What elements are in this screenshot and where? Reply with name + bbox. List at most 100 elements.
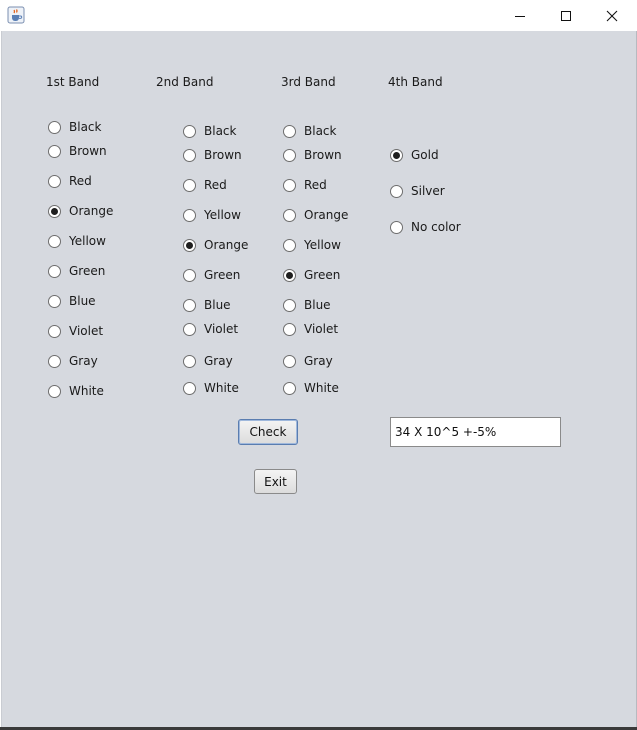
radio-label: Brown <box>304 148 342 162</box>
radio-label: White <box>69 384 104 398</box>
radio-indicator <box>48 120 61 134</box>
radio-indicator <box>48 324 61 338</box>
radio-label: Black <box>304 124 337 138</box>
radio-label: Violet <box>304 322 339 336</box>
band2-heading: 2nd Band <box>156 75 214 89</box>
band1-option-violet[interactable]: Violet <box>48 323 103 339</box>
radio-indicator <box>48 204 61 218</box>
band2-option-green[interactable]: Green <box>183 267 240 283</box>
title-bar <box>0 0 637 31</box>
band4-option-silver[interactable]: Silver <box>390 183 445 199</box>
radio-label: Gold <box>411 148 439 162</box>
radio-label: Green <box>304 268 341 282</box>
radio-label: Blue <box>304 298 331 312</box>
band4-option-no-color[interactable]: No color <box>390 219 461 235</box>
radio-label: Black <box>69 120 102 134</box>
radio-label: Orange <box>69 204 114 218</box>
radio-label: White <box>304 381 339 395</box>
band1-option-gray[interactable]: Gray <box>48 353 98 369</box>
band3-heading: 3rd Band <box>281 75 336 89</box>
radio-label: Gray <box>69 354 98 368</box>
java-cup-icon[interactable] <box>7 6 25 24</box>
band1-option-red[interactable]: Red <box>48 173 92 189</box>
band1-option-green[interactable]: Green <box>48 263 105 279</box>
radio-label: Green <box>69 264 106 278</box>
radio-label: Orange <box>204 238 249 252</box>
radio-label: Blue <box>69 294 96 308</box>
radio-indicator <box>48 234 61 248</box>
radio-indicator <box>283 208 296 222</box>
radio-label: Orange <box>304 208 349 222</box>
radio-label: Violet <box>204 322 239 336</box>
radio-indicator <box>390 148 403 162</box>
band3-option-violet[interactable]: Violet <box>283 321 338 337</box>
band1-option-black[interactable]: Black <box>48 119 101 135</box>
minimize-button[interactable] <box>497 0 543 31</box>
band1-option-orange[interactable]: Orange <box>48 203 113 219</box>
band2-option-yellow[interactable]: Yellow <box>183 207 241 223</box>
result-field[interactable] <box>390 417 561 447</box>
band1-heading: 1st Band <box>46 75 100 89</box>
close-button[interactable] <box>589 0 635 31</box>
band4-heading: 4th Band <box>388 75 443 89</box>
minimize-icon <box>515 15 525 17</box>
band2-option-gray[interactable]: Gray <box>183 353 233 369</box>
exit-button[interactable]: Exit <box>254 469 297 494</box>
band2-option-red[interactable]: Red <box>183 177 227 193</box>
band3-option-brown[interactable]: Brown <box>283 147 342 163</box>
band1-option-yellow[interactable]: Yellow <box>48 233 106 249</box>
radio-label: Brown <box>204 148 242 162</box>
radio-label: Blue <box>204 298 231 312</box>
radio-indicator <box>283 381 296 395</box>
band2-option-white[interactable]: White <box>183 380 239 396</box>
band3-option-red[interactable]: Red <box>283 177 327 193</box>
radio-indicator <box>283 238 296 252</box>
band3-option-blue[interactable]: Blue <box>283 297 331 313</box>
band3-option-white[interactable]: White <box>283 380 339 396</box>
radio-indicator <box>183 322 196 336</box>
radio-indicator <box>283 178 296 192</box>
check-button[interactable]: Check <box>238 419 298 445</box>
radio-label: White <box>204 381 239 395</box>
band1-option-blue[interactable]: Blue <box>48 293 96 309</box>
radio-indicator <box>183 148 196 162</box>
radio-indicator <box>48 354 61 368</box>
radio-indicator <box>283 148 296 162</box>
radio-indicator <box>183 208 196 222</box>
band2-option-violet[interactable]: Violet <box>183 321 238 337</box>
band1-option-white[interactable]: White <box>48 383 104 399</box>
band3-option-gray[interactable]: Gray <box>283 353 333 369</box>
radio-label: Yellow <box>304 238 341 252</box>
radio-label: Red <box>304 178 327 192</box>
band3-option-yellow[interactable]: Yellow <box>283 237 341 253</box>
radio-indicator <box>283 322 296 336</box>
maximize-button[interactable] <box>543 0 589 31</box>
radio-indicator <box>48 384 61 398</box>
radio-indicator <box>48 294 61 308</box>
radio-label: Green <box>204 268 241 282</box>
band2-option-brown[interactable]: Brown <box>183 147 242 163</box>
radio-indicator <box>183 268 196 282</box>
radio-indicator <box>183 124 196 138</box>
band3-option-green[interactable]: Green <box>283 267 340 283</box>
radio-label: Gray <box>204 354 233 368</box>
band3-option-black[interactable]: Black <box>283 123 336 139</box>
radio-label: Brown <box>69 144 107 158</box>
band2-option-black[interactable]: Black <box>183 123 236 139</box>
radio-indicator <box>183 381 196 395</box>
band3-option-orange[interactable]: Orange <box>283 207 348 223</box>
radio-label: Violet <box>69 324 104 338</box>
band2-option-orange[interactable]: Orange <box>183 237 248 253</box>
radio-label: Yellow <box>69 234 106 248</box>
radio-label: Silver <box>411 184 445 198</box>
radio-indicator <box>183 298 196 312</box>
radio-label: Black <box>204 124 237 138</box>
radio-indicator <box>283 354 296 368</box>
maximize-icon <box>561 10 571 21</box>
radio-indicator <box>390 184 403 198</box>
radio-indicator <box>283 298 296 312</box>
band2-option-blue[interactable]: Blue <box>183 297 231 313</box>
band1-option-brown[interactable]: Brown <box>48 143 107 159</box>
radio-indicator <box>48 174 61 188</box>
band4-option-gold[interactable]: Gold <box>390 147 439 163</box>
